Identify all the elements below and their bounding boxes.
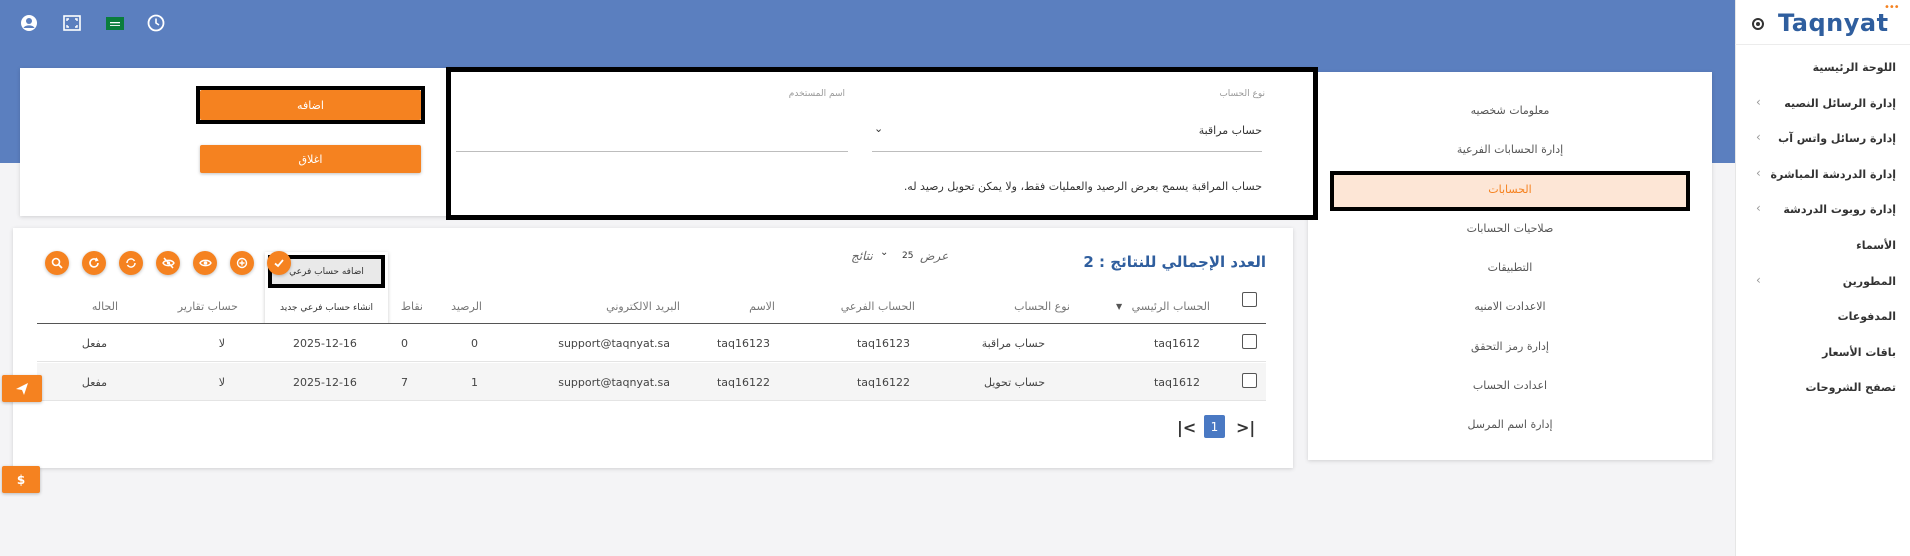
settings-item-profile[interactable]: معلومات شخصيه bbox=[1350, 104, 1670, 117]
select-all-checkbox[interactable] bbox=[1242, 292, 1257, 307]
user-circle-icon[interactable] bbox=[18, 12, 40, 34]
cell-sub-account: taq16122 bbox=[856, 376, 910, 389]
eye-off-icon[interactable] bbox=[156, 251, 180, 275]
account-type-select[interactable]: حساب مراقبة bbox=[872, 124, 1262, 146]
username-label: اسم المستخدم bbox=[788, 89, 845, 99]
chevron-left-icon: ‹ bbox=[1756, 95, 1761, 109]
cell-main-account: taq1612 bbox=[1153, 376, 1200, 389]
cell-status: مفعل bbox=[81, 337, 107, 350]
sidebar-item-dashboard[interactable]: اللوحة الرئيسية bbox=[1746, 61, 1896, 74]
cell-email: support@taqnyat.sa bbox=[558, 376, 670, 389]
cell-name: taq16122 bbox=[716, 376, 770, 389]
chevron-left-icon: ‹ bbox=[1756, 166, 1761, 180]
header-email[interactable]: البريد الالكتروني bbox=[570, 300, 680, 313]
cell-points: 0 bbox=[401, 337, 408, 350]
dropdown-create-subaccount[interactable]: انشاء حساب فرعي جديد bbox=[268, 303, 385, 313]
username-underline bbox=[456, 151, 848, 152]
cell-points: 7 bbox=[401, 376, 408, 389]
fullscreen-icon[interactable] bbox=[61, 12, 83, 34]
cell-balance: 0 bbox=[471, 337, 478, 350]
radio-target-icon[interactable] bbox=[1752, 18, 1764, 30]
cell-reports-account: لا bbox=[218, 337, 225, 350]
sidebar-item-developers[interactable]: المطورين bbox=[1746, 275, 1896, 288]
settings-item-security[interactable]: الاعدادت الامنيه bbox=[1350, 300, 1670, 313]
logo: Taqnyat bbox=[1778, 9, 1889, 37]
header-name[interactable]: الاسم bbox=[720, 300, 775, 313]
settings-item-apps[interactable]: التطبيقات bbox=[1350, 261, 1670, 274]
cell-date: 2025-12-16 bbox=[293, 376, 357, 389]
dollar-icon[interactable]: $ bbox=[2, 466, 40, 493]
settings-item-otp[interactable]: إدارة رمز التحقق bbox=[1350, 340, 1670, 353]
account-type-label: نوع الحساب bbox=[1219, 89, 1265, 99]
username-input[interactable] bbox=[456, 124, 848, 146]
add-button-highlight bbox=[196, 86, 425, 124]
sidebar-item-tutorials[interactable]: تصفح الشروحات bbox=[1746, 381, 1896, 394]
cell-status: مفعل bbox=[81, 376, 107, 389]
sidebar-item-live-chat[interactable]: إدارة الدردشة المباشرة bbox=[1746, 168, 1896, 181]
settings-item-account-settings[interactable]: اعدادت الحساب bbox=[1350, 379, 1670, 392]
cell-name: taq16123 bbox=[716, 337, 770, 350]
settings-item-subaccounts[interactable]: إدارة الحسابات الفرعية bbox=[1350, 143, 1670, 156]
sort-down-icon[interactable]: ▼ bbox=[1116, 302, 1122, 311]
sync-icon[interactable] bbox=[119, 251, 143, 275]
settings-item-sender-name[interactable]: إدارة اسم المرسل bbox=[1350, 418, 1670, 431]
sidebar-item-whatsapp[interactable]: إدارة رسائل واتس آب bbox=[1746, 132, 1896, 145]
close-button[interactable]: اغلاق bbox=[200, 145, 421, 173]
account-type-underline bbox=[872, 151, 1262, 152]
clock-icon[interactable] bbox=[145, 12, 167, 34]
send-icon[interactable] bbox=[2, 375, 42, 402]
sidebar-item-chatbot[interactable]: إدارة روبوت الدردشة bbox=[1746, 203, 1896, 216]
header-status[interactable]: الحاله bbox=[80, 300, 118, 313]
chevron-left-icon: ‹ bbox=[1756, 130, 1761, 144]
search-icon[interactable] bbox=[45, 251, 69, 275]
settings-item-accounts[interactable]: الحسابات bbox=[1350, 183, 1670, 196]
row-checkbox[interactable] bbox=[1242, 334, 1257, 349]
settings-item-permissions[interactable]: صلاحيات الحسابات bbox=[1350, 222, 1670, 235]
current-page[interactable]: 1 bbox=[1204, 415, 1225, 438]
saudi-flag-icon[interactable] bbox=[104, 12, 126, 34]
sidebar-item-payments[interactable]: المدفوعات bbox=[1746, 310, 1896, 323]
row-checkbox[interactable] bbox=[1242, 373, 1257, 388]
cell-main-account: taq1612 bbox=[1153, 337, 1200, 350]
last-page-icon[interactable]: >| bbox=[1236, 418, 1255, 437]
sidebar-item-pricing[interactable]: باقات الأسعار bbox=[1746, 346, 1896, 359]
chevron-down-icon[interactable]: ⌄ bbox=[874, 122, 883, 135]
results-total-title: العدد الإجمالي للنتائج : 2 bbox=[1083, 253, 1266, 271]
first-page-icon[interactable]: |< bbox=[1177, 418, 1196, 437]
cell-date: 2025-12-16 bbox=[293, 337, 357, 350]
results-label: نتائج bbox=[851, 249, 873, 263]
header-main-account[interactable]: الحساب الرئيسي bbox=[1120, 300, 1210, 313]
header-reports-account[interactable]: حساب تقارير bbox=[170, 300, 238, 313]
cell-reports-account: لا bbox=[218, 376, 225, 389]
plus-circle-icon[interactable] bbox=[230, 251, 254, 275]
header-balance[interactable]: الرصيد bbox=[440, 300, 482, 313]
cell-sub-account: taq16123 bbox=[856, 337, 910, 350]
chevron-left-icon: ‹ bbox=[1756, 201, 1761, 215]
account-type-note: حساب المراقبة يسمح بعرض الرصيد والعمليات… bbox=[903, 180, 1262, 193]
refresh-icon[interactable] bbox=[82, 251, 106, 275]
cell-account-type: حساب مراقبة bbox=[981, 337, 1045, 350]
logo-divider bbox=[1735, 44, 1910, 45]
cell-account-type: حساب تحويل bbox=[983, 376, 1045, 389]
header-points[interactable]: نقاط bbox=[385, 300, 423, 313]
eye-icon[interactable] bbox=[193, 251, 217, 275]
page-size-select[interactable]: 25 bbox=[902, 251, 913, 261]
header-account-type[interactable]: نوع الحساب bbox=[990, 300, 1070, 313]
sidebar-item-sms[interactable]: إدارة الرسائل النصيه bbox=[1746, 97, 1896, 110]
sidebar-item-names[interactable]: الأسماء bbox=[1746, 239, 1896, 252]
cell-email: support@taqnyat.sa bbox=[558, 337, 670, 350]
show-label: عرض bbox=[920, 249, 949, 263]
check-icon[interactable] bbox=[267, 251, 291, 275]
cell-balance: 1 bbox=[471, 376, 478, 389]
header-sub-account[interactable]: الحساب الفرعي bbox=[830, 300, 915, 313]
chevron-left-icon: ‹ bbox=[1756, 273, 1761, 287]
chevron-down-icon[interactable]: ⌄ bbox=[880, 247, 888, 258]
